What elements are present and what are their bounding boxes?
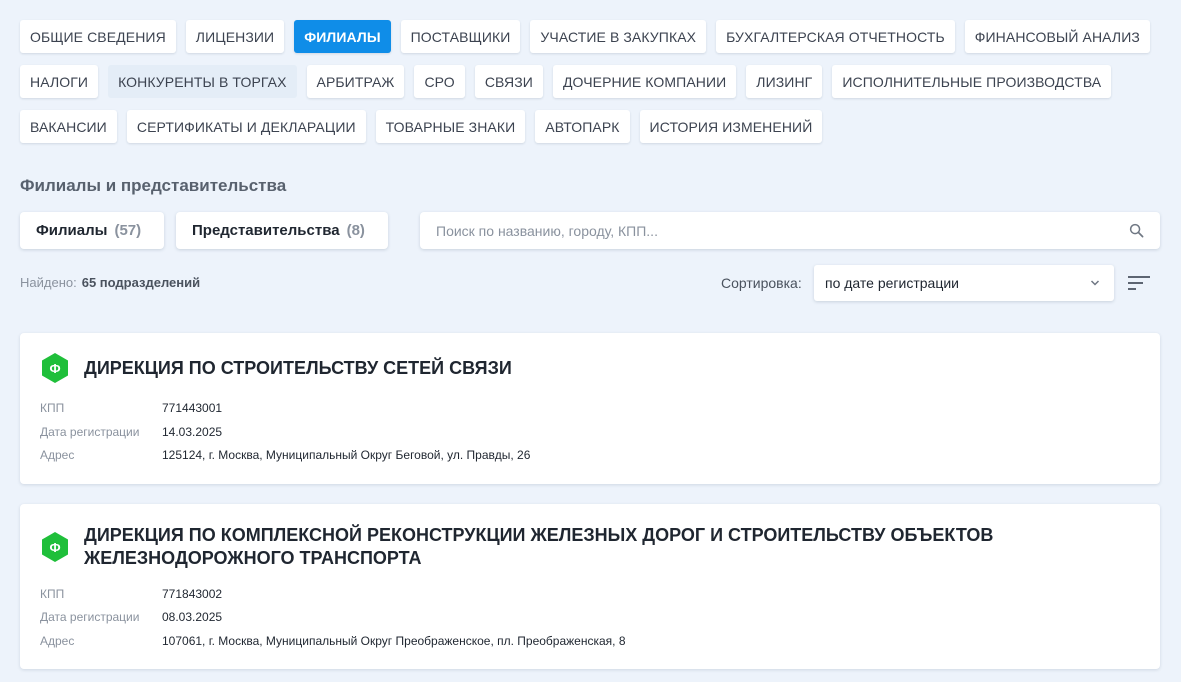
field-label: Дата регистрации xyxy=(40,425,140,439)
tab-financial-analysis[interactable]: ФИНАНСОВЫЙ АНАЛИЗ xyxy=(964,20,1150,53)
branch-title[interactable]: ДИРЕКЦИЯ ПО СТРОИТЕЛЬСТВУ СЕТЕЙ СВЯЗИ xyxy=(84,357,1130,380)
field-value: 08.03.2025 xyxy=(162,610,223,624)
hexagon-badge-icon: Ф xyxy=(42,532,68,562)
tab-arbitration[interactable]: АРБИТРАЖ xyxy=(306,65,405,98)
section-tabs: ОБЩИЕ СВЕДЕНИЯ ЛИЦЕНЗИИ ФИЛИАЛЫ ПОСТАВЩИ… xyxy=(20,20,1170,155)
branch-field-kpp: КПП 771843002 xyxy=(40,587,222,601)
offices-label: Представительства xyxy=(192,222,340,239)
tab-general[interactable]: ОБЩИЕ СВЕДЕНИЯ xyxy=(20,20,176,53)
branch-card[interactable]: Ф ДИРЕКЦИЯ ПО КОМПЛЕКСНОЙ РЕКОНСТРУКЦИИ … xyxy=(20,504,1160,669)
tab-licenses[interactable]: ЛИЦЕНЗИИ xyxy=(185,20,285,53)
tab-procurement[interactable]: УЧАСТИЕ В ЗАКУПКАХ xyxy=(530,20,707,53)
tab-taxes[interactable]: НАЛОГИ xyxy=(20,65,99,98)
field-value: 771843002 xyxy=(162,587,223,601)
branch-field-address: Адрес 107061, г. Москва, Муниципальный О… xyxy=(40,634,626,648)
offices-count: (8) xyxy=(346,222,365,239)
sort-select[interactable]: по дате регистрации xyxy=(814,265,1114,301)
tab-branches[interactable]: ФИЛИАЛЫ xyxy=(294,20,391,53)
field-value: 125124, г. Москва, Муниципальный Округ Б… xyxy=(162,448,531,462)
tab-leasing[interactable]: ЛИЗИНГ xyxy=(746,65,823,98)
field-value: 107061, г. Москва, Муниципальный Округ П… xyxy=(162,634,626,648)
tab-competitors[interactable]: КОНКУРЕНТЫ В ТОРГАХ xyxy=(108,65,297,98)
tab-sro[interactable]: СРО xyxy=(414,65,465,98)
tab-certificates[interactable]: СЕРТИФИКАТЫ И ДЕКЛАРАЦИИ xyxy=(126,110,366,143)
sort-lines-icon[interactable] xyxy=(1128,274,1150,292)
tab-subsidiaries[interactable]: ДОЧЕРНИЕ КОМПАНИИ xyxy=(552,65,737,98)
field-label: КПП xyxy=(40,401,65,415)
tab-connections[interactable]: СВЯЗИ xyxy=(474,65,543,98)
branches-label: Филиалы xyxy=(36,222,108,239)
field-value: 771443001 xyxy=(162,401,223,415)
branches-count: (57) xyxy=(114,222,142,239)
field-label: КПП xyxy=(40,587,65,601)
field-label: Адрес xyxy=(40,634,75,648)
chevron-down-icon xyxy=(1090,280,1100,286)
branch-field-address: Адрес 125124, г. Москва, Муниципальный О… xyxy=(40,448,530,462)
branch-card[interactable]: Ф ДИРЕКЦИЯ ПО СТРОИТЕЛЬСТВУ СЕТЕЙ СВЯЗИ … xyxy=(20,333,1160,484)
tab-trademarks[interactable]: ТОВАРНЫЕ ЗНАКИ xyxy=(375,110,526,143)
tab-row-3: ВАКАНСИИ СЕРТИФИКАТЫ И ДЕКЛАРАЦИИ ТОВАРН… xyxy=(20,110,1170,143)
tab-vehicles[interactable]: АВТОПАРК xyxy=(535,110,630,143)
tab-row-1: ОБЩИЕ СВЕДЕНИЯ ЛИЦЕНЗИИ ФИЛИАЛЫ ПОСТАВЩИ… xyxy=(20,20,1170,53)
field-label: Дата регистрации xyxy=(40,610,140,624)
sort-value: по дате регистрации xyxy=(825,275,959,291)
branch-field-date: Дата регистрации 08.03.2025 xyxy=(40,610,222,624)
branch-field-kpp: КПП 771443001 xyxy=(40,401,222,415)
sort-label: Сортировка: xyxy=(721,275,802,291)
field-value: 14.03.2025 xyxy=(162,425,223,439)
results-count: Найдено: 65 подразделений xyxy=(20,275,200,290)
results-value: 65 подразделений xyxy=(81,275,201,290)
field-label: Адрес xyxy=(40,448,75,462)
tab-enforcement[interactable]: ИСПОЛНИТЕЛЬНЫЕ ПРОИЗВОДСТВА xyxy=(832,65,1112,98)
branches-toggle-button[interactable]: Филиалы (57) xyxy=(20,212,164,249)
hexagon-badge-icon: Ф xyxy=(42,353,68,383)
offices-toggle-button[interactable]: Представительства (8) xyxy=(176,212,388,249)
tab-history[interactable]: ИСТОРИЯ ИЗМЕНЕНИЙ xyxy=(639,110,823,143)
tab-row-2: НАЛОГИ КОНКУРЕНТЫ В ТОРГАХ АРБИТРАЖ СРО … xyxy=(20,65,1170,98)
tab-accounting[interactable]: БУХГАЛТЕРСКАЯ ОТЧЕТНОСТЬ xyxy=(716,20,955,53)
svg-text:Ф: Ф xyxy=(49,361,60,376)
results-label: Найдено: xyxy=(20,275,77,290)
branch-title[interactable]: ДИРЕКЦИЯ ПО КОМПЛЕКСНОЙ РЕКОНСТРУКЦИИ ЖЕ… xyxy=(84,524,1130,570)
search-input[interactable] xyxy=(420,212,1100,249)
tab-suppliers[interactable]: ПОСТАВЩИКИ xyxy=(400,20,521,53)
search-icon[interactable] xyxy=(1129,223,1144,238)
branch-field-date: Дата регистрации 14.03.2025 xyxy=(40,425,222,439)
svg-text:Ф: Ф xyxy=(49,540,60,555)
section-title: Филиалы и представительства xyxy=(20,176,287,195)
tab-vacancies[interactable]: ВАКАНСИИ xyxy=(20,110,117,143)
search-box xyxy=(420,212,1160,249)
